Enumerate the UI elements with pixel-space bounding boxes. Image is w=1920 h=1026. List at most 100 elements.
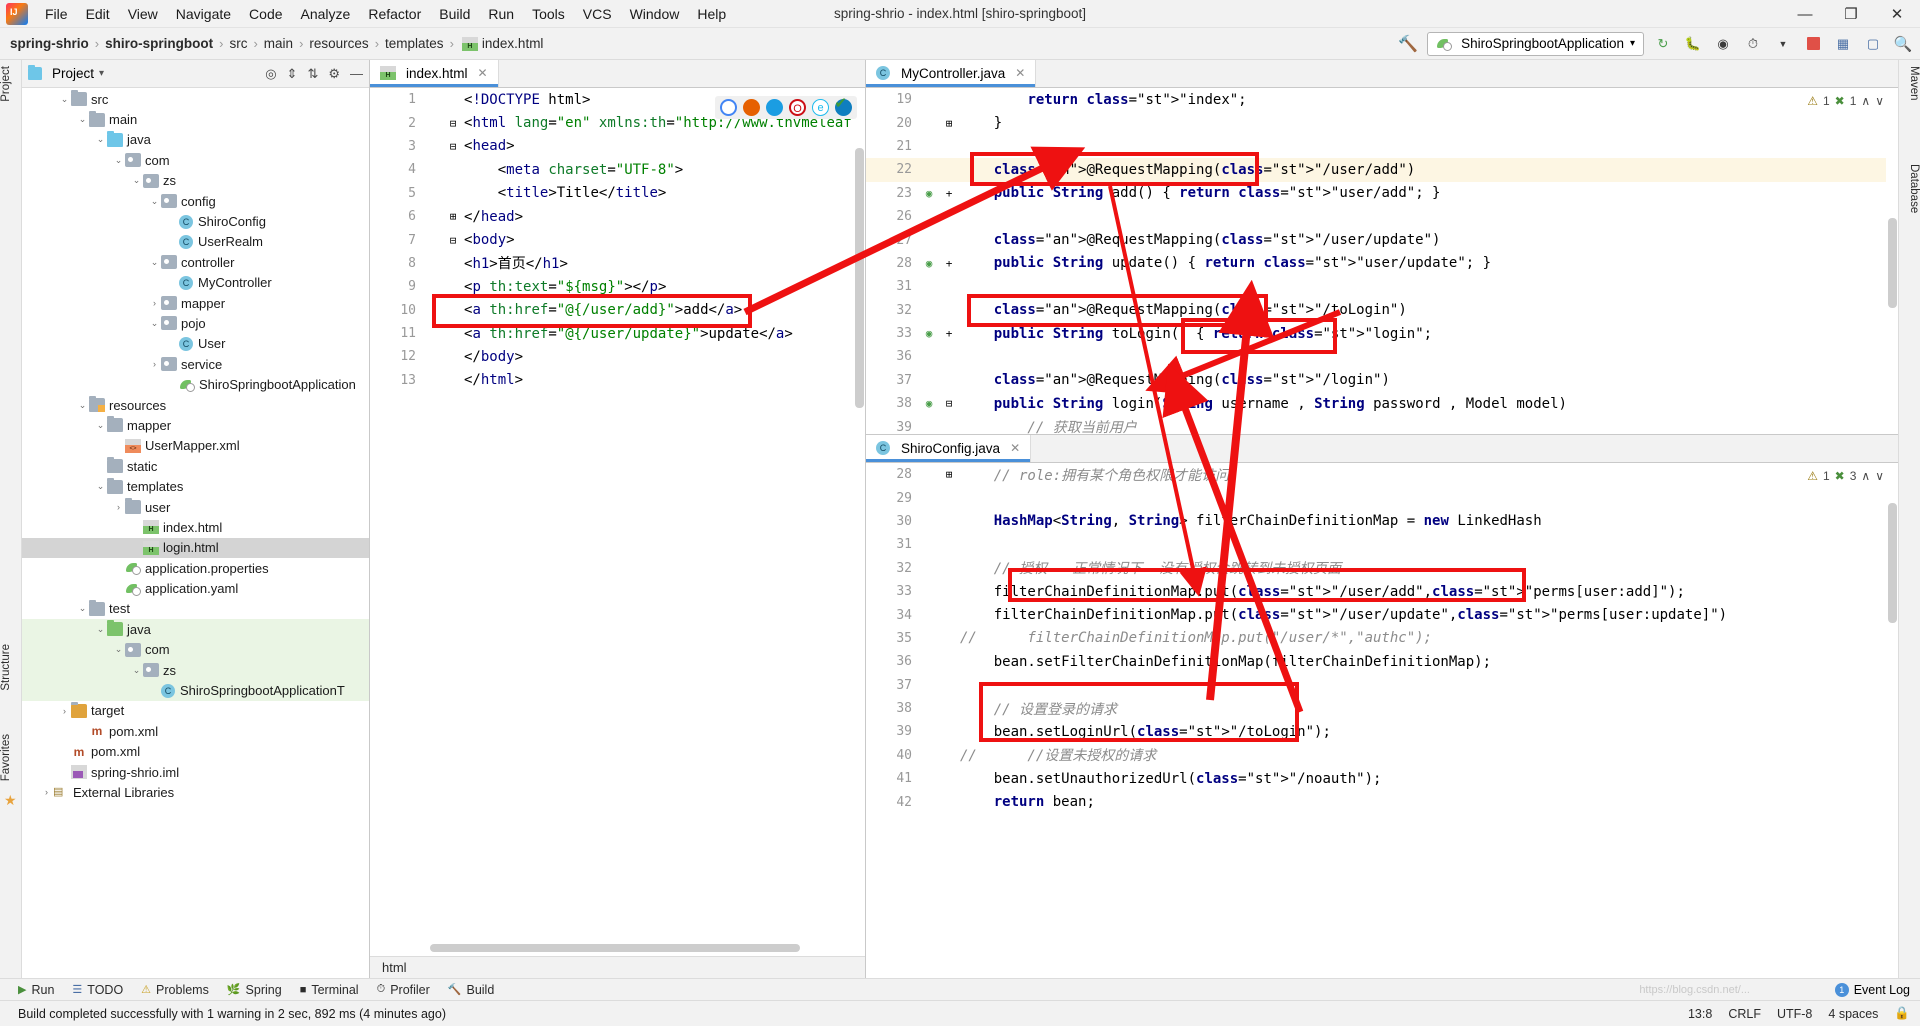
chevron-down-icon[interactable]: ⌄: [76, 603, 89, 614]
locate-icon[interactable]: ◎: [265, 66, 276, 82]
breadcrumb-module[interactable]: shiro-springboot: [105, 36, 213, 51]
minimize-button[interactable]: —: [1782, 0, 1828, 28]
menu-run[interactable]: Run: [479, 3, 523, 25]
code-text[interactable]: </head>: [464, 209, 523, 225]
fold-marker[interactable]: +: [938, 187, 960, 200]
menu-view[interactable]: View: [119, 3, 167, 25]
breadcrumb-file[interactable]: index.html: [482, 36, 544, 51]
debug-icon[interactable]: 🐛: [1682, 33, 1704, 55]
chevron-down-icon[interactable]: ▾: [1630, 38, 1635, 49]
code-text[interactable]: filterChainDefinitionMap.put(class="st">…: [960, 607, 1727, 623]
menu-window[interactable]: Window: [621, 3, 689, 25]
vertical-scrollbar-left[interactable]: [853, 88, 865, 978]
tool-tab-problems[interactable]: ⚠ Problems: [141, 983, 209, 997]
event-log-widget[interactable]: 1 Event Log: [1834, 982, 1910, 997]
tree-item-config[interactable]: ⌄ config: [22, 191, 369, 211]
tree-item-pojo[interactable]: ⌄ pojo: [22, 313, 369, 333]
file-encoding[interactable]: UTF-8: [1777, 1007, 1812, 1021]
code-text[interactable]: <a th:href="@{/user/add}">add</a>: [464, 302, 742, 318]
code-editor-bottom-right[interactable]: 28 ⊞ // role:拥有某个角色权限才能访问 29 30 HashMap<Str…: [866, 463, 1898, 978]
code-text[interactable]: return class="st">"index";: [960, 92, 1246, 108]
next-problem-icon[interactable]: ∨: [1875, 94, 1884, 108]
hammer-icon[interactable]: 🔨: [1397, 33, 1419, 55]
breadcrumb-src[interactable]: src: [229, 36, 247, 51]
chevron-right-icon[interactable]: ›: [148, 359, 161, 369]
tree-item-controller[interactable]: ⌄ controller: [22, 252, 369, 272]
code-text[interactable]: <h1>首页</h1>: [464, 253, 568, 273]
chevron-down-icon[interactable]: ⌄: [148, 318, 161, 329]
chevron-right-icon[interactable]: ›: [112, 502, 125, 512]
run-with-coverage-icon[interactable]: ◉: [1712, 33, 1734, 55]
fold-marker[interactable]: ⊟: [442, 140, 464, 153]
tree-item-pom-xml[interactable]: m pom.xml: [22, 721, 369, 741]
maximize-button[interactable]: ❐: [1828, 0, 1874, 28]
sidebar-tab-project[interactable]: Project: [0, 62, 22, 106]
breadcrumb-templates[interactable]: templates: [385, 36, 444, 51]
tree-item-com[interactable]: ⌄ com: [22, 639, 369, 660]
menu-tools[interactable]: Tools: [523, 3, 574, 25]
vertical-scrollbar-top-right[interactable]: [1886, 88, 1898, 434]
tree-item-spring-shrio-iml[interactable]: spring-shrio.iml: [22, 762, 369, 782]
tree-item-src[interactable]: ⌄ src: [22, 89, 369, 109]
code-text[interactable]: class="an">@RequestMapping(class="st">"/…: [960, 232, 1441, 248]
tool-tab-spring[interactable]: 🌿 Spring: [227, 983, 282, 997]
tree-item-java[interactable]: ⌄ java: [22, 619, 369, 640]
tree-item-login-html[interactable]: login.html: [22, 537, 369, 558]
horizontal-scrollbar-left[interactable]: [430, 944, 853, 954]
project-tree[interactable]: ⌄ src ⌄ main ⌄ java ⌄ com ⌄ zs ⌄ config C ShiroConfig…: [22, 89, 369, 978]
fold-marker[interactable]: ⊟: [442, 117, 464, 130]
code-text[interactable]: bean.setLoginUrl(class="st">"/toLogin");: [960, 724, 1331, 740]
chevron-down-icon[interactable]: ⌄: [94, 134, 107, 145]
chevron-down-icon[interactable]: ⌄: [76, 400, 89, 411]
chevron-down-icon[interactable]: ▾: [99, 68, 104, 79]
tree-item-static[interactable]: static: [22, 456, 369, 476]
tree-item-shirospringbootapplicationt[interactable]: C ShiroSpringbootApplicationT: [22, 680, 369, 701]
tool-tab-build[interactable]: 🔨 Build: [448, 983, 495, 997]
code-text[interactable]: bean.setFilterChainDefinitionMap(filterC…: [960, 654, 1491, 670]
code-text[interactable]: // 设置登录的请求: [960, 699, 1117, 719]
prev-problem-icon[interactable]: ∧: [1861, 469, 1870, 483]
code-text[interactable]: <meta charset="UTF-8">: [464, 162, 684, 178]
safari-icon[interactable]: [766, 99, 783, 116]
chevron-down-icon[interactable]: ⌄: [58, 94, 71, 105]
code-text[interactable]: public String toLogin() { return class="…: [960, 326, 1432, 342]
code-text[interactable]: // 授权 正常情况下 没有授权会跳转到未授权页面: [960, 558, 1341, 578]
tree-item-resources[interactable]: ⌄ resources: [22, 395, 369, 415]
tree-item-shiroconfig[interactable]: C ShiroConfig: [22, 211, 369, 231]
chevron-right-icon[interactable]: ›: [58, 706, 71, 716]
fold-marker[interactable]: ⊞: [442, 210, 464, 223]
code-text[interactable]: filterChainDefinitionMap.put(class="st">…: [960, 584, 1685, 600]
gutter-marker[interactable]: ◉: [920, 327, 938, 340]
close-icon[interactable]: ✕: [1015, 66, 1025, 80]
gutter-marker[interactable]: ◉: [920, 187, 938, 200]
tool-tab-profiler[interactable]: ⏱ Profiler: [377, 983, 430, 997]
tree-item-main[interactable]: ⌄ main: [22, 109, 369, 129]
indent-setting[interactable]: 4 spaces: [1828, 1007, 1878, 1021]
code-text[interactable]: </html>: [464, 372, 523, 388]
code-text[interactable]: <body>: [464, 232, 515, 248]
tool-tab-terminal[interactable]: ■ Terminal: [300, 983, 359, 997]
menu-help[interactable]: Help: [688, 3, 735, 25]
chevron-down-icon[interactable]: ⌄: [94, 624, 107, 635]
tree-item-mapper[interactable]: › mapper: [22, 293, 369, 313]
code-text[interactable]: // role:拥有某个角色权限才能访问: [960, 465, 1229, 485]
tab-shiroconfig-java[interactable]: C ShiroConfig.java ✕: [866, 435, 1032, 462]
tree-item-zs[interactable]: ⌄ zs: [22, 171, 369, 191]
code-text[interactable]: public String login(String username , St…: [960, 396, 1567, 412]
layout-icon[interactable]: ▢: [1862, 33, 1884, 55]
tree-item-mycontroller[interactable]: C MyController: [22, 273, 369, 293]
code-text[interactable]: }: [960, 115, 1002, 131]
menu-edit[interactable]: Edit: [77, 3, 119, 25]
sidebar-tab-maven[interactable]: Maven: [1898, 62, 1920, 105]
chevron-down-icon[interactable]: ⌄: [148, 196, 161, 207]
close-icon[interactable]: ✕: [478, 66, 488, 80]
code-text[interactable]: </body>: [464, 349, 523, 365]
tree-item-pom-xml[interactable]: m pom.xml: [22, 742, 369, 762]
tab-mycontroller-java[interactable]: C MyController.java ✕: [866, 60, 1037, 87]
fold-marker[interactable]: ⊞: [938, 117, 960, 130]
search-icon[interactable]: 🔍: [1892, 33, 1914, 55]
prev-problem-icon[interactable]: ∧: [1861, 94, 1870, 108]
menu-refactor[interactable]: Refactor: [359, 3, 430, 25]
inspection-widget-top-right[interactable]: ⚠ 1 ✖ 1 ∧ ∨: [1807, 94, 1884, 108]
next-problem-icon[interactable]: ∨: [1875, 469, 1884, 483]
